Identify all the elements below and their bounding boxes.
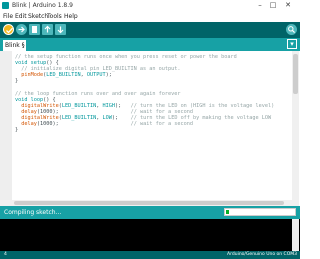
tab-blink[interactable]: Blink § — [3, 40, 26, 51]
tab-bar: Blink § ▾ — [0, 38, 300, 51]
vertical-scrollbar[interactable] — [292, 51, 299, 206]
arrow-down-icon — [57, 26, 64, 34]
menu-help[interactable]: Help — [64, 11, 78, 22]
scrollbar-thumb[interactable] — [293, 54, 298, 94]
open-sketch-button[interactable] — [42, 24, 53, 35]
status-text: Compiling sketch... — [4, 209, 62, 216]
upload-button[interactable] — [16, 24, 27, 35]
chevron-down-icon: ▾ — [290, 40, 294, 48]
window-title: Blink | Arduino 1.8.9 — [12, 2, 73, 9]
code-editor[interactable]: // the setup function runs once when you… — [0, 51, 300, 206]
menu-tools[interactable]: Tools — [47, 11, 62, 22]
menu-edit[interactable]: Edit — [15, 11, 27, 22]
code-line: } — [15, 127, 19, 134]
footer-bar: 4 Arduino/Genuino Uno on COM3 — [0, 251, 300, 259]
menu-sketch[interactable]: Sketch — [28, 11, 48, 22]
close-icon[interactable]: ✕ — [282, 0, 294, 11]
minimize-icon[interactable]: – — [254, 0, 266, 11]
toolbar — [0, 22, 300, 38]
progress-fill — [226, 210, 229, 214]
menu-bar: File Edit Sketch Tools Help — [0, 11, 300, 22]
code-text[interactable]: // the setup function runs once when you… — [15, 54, 274, 133]
board-port-label: Arduino/Genuino Uno on COM3 — [227, 252, 297, 257]
checkmark-icon — [6, 27, 13, 34]
compile-progress-bar — [224, 208, 296, 216]
line-number-gutter — [0, 51, 12, 206]
magnifier-icon — [288, 26, 296, 34]
arrow-up-icon — [44, 25, 51, 33]
serial-monitor-button[interactable] — [286, 24, 297, 35]
title-bar: Blink | Arduino 1.8.9 – □ ✕ — [0, 0, 300, 11]
save-sketch-button[interactable] — [55, 24, 66, 35]
arrow-right-icon — [18, 26, 25, 33]
new-sketch-button[interactable] — [29, 24, 40, 35]
status-bar: Compiling sketch... — [0, 206, 300, 219]
verify-button[interactable] — [3, 24, 14, 35]
new-file-icon — [32, 26, 37, 33]
arduino-app-icon — [2, 2, 9, 9]
console-scrollbar[interactable] — [292, 219, 299, 251]
console-output[interactable] — [0, 219, 300, 251]
current-line-number: 4 — [4, 252, 7, 257]
scrollbar-thumb[interactable] — [14, 201, 284, 205]
tab-menu-button[interactable]: ▾ — [287, 39, 297, 49]
menu-file[interactable]: File — [3, 11, 13, 22]
maximize-icon[interactable]: □ — [267, 0, 279, 11]
